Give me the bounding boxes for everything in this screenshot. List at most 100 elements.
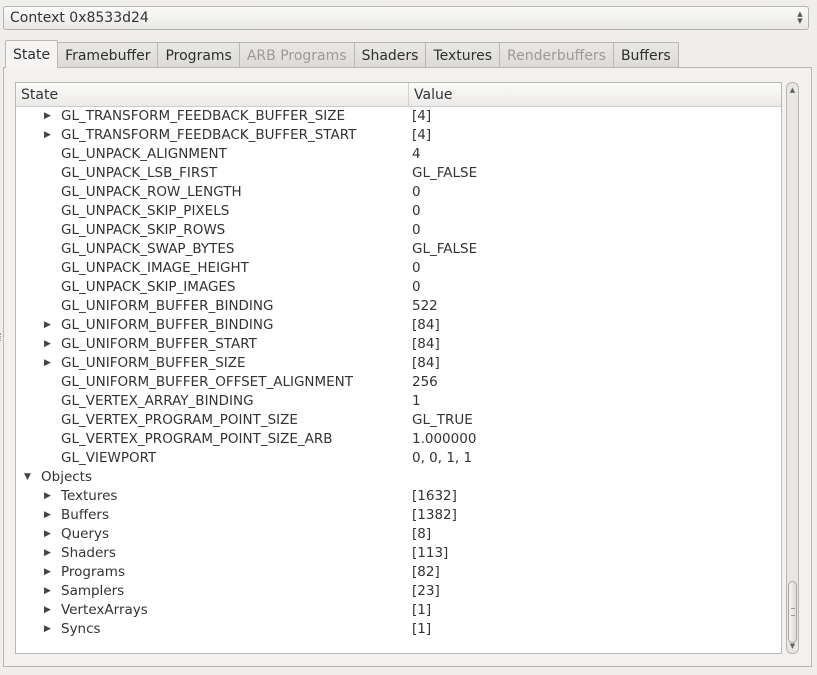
state-name: GL_UNIFORM_BUFFER_START	[61, 336, 257, 352]
state-name: Buffers	[61, 507, 110, 523]
tree-row[interactable]: ▶ Shaders [113]	[16, 544, 781, 563]
tree-row[interactable]: ▶ Programs [82]	[16, 563, 781, 582]
state-name: Programs	[61, 564, 125, 580]
state-value: 0	[412, 279, 421, 295]
collapsed-triangle-icon[interactable]: ▶	[44, 354, 51, 373]
state-name: GL_UNPACK_SWAP_BYTES	[61, 241, 235, 257]
state-name: GL_TRANSFORM_FEEDBACK_BUFFER_SIZE	[61, 108, 346, 124]
state-value: 0	[412, 203, 421, 219]
column-header-state[interactable]: State	[16, 83, 409, 106]
state-value: [1]	[412, 602, 432, 618]
tree-row[interactable]: ▶ Syncs [1]	[16, 620, 781, 639]
state-value: 256	[412, 374, 438, 390]
tree-row[interactable]: ▶ GL_TRANSFORM_FEEDBACK_BUFFER_SIZE [4]	[16, 107, 781, 126]
tree-row[interactable]: GL_UNPACK_ROW_LENGTH 0	[16, 183, 781, 202]
state-name: GL_UNIFORM_BUFFER_BINDING	[61, 298, 274, 314]
splitter-handle[interactable]	[0, 333, 4, 341]
context-selector-label: Context 0x8533d24	[10, 10, 149, 26]
state-name: GL_UNPACK_IMAGE_HEIGHT	[61, 260, 249, 276]
state-name: GL_UNPACK_ALIGNMENT	[61, 146, 227, 162]
collapsed-triangle-icon[interactable]: ▶	[44, 126, 51, 145]
collapsed-triangle-icon[interactable]: ▶	[44, 544, 51, 563]
tree-row[interactable]: ▶ Buffers [1382]	[16, 506, 781, 525]
state-name: Samplers	[61, 583, 125, 599]
tree-rows: ▶ GL_TRANSFORM_FEEDBACK_BUFFER_SIZE [4] ▶ GL…	[16, 107, 781, 639]
collapsed-triangle-icon[interactable]: ▶	[44, 582, 51, 601]
tab-arb-programs: ARB Programs	[239, 42, 355, 68]
state-name: Shaders	[61, 545, 116, 561]
tree-row[interactable]: ▶ GL_TRANSFORM_FEEDBACK_BUFFER_START [4]	[16, 126, 781, 145]
state-value: [1632]	[412, 488, 457, 504]
collapsed-triangle-icon[interactable]: ▶	[44, 107, 51, 126]
state-name: GL_UNPACK_SKIP_ROWS	[61, 222, 226, 238]
tree-row[interactable]: ▶ GL_UNIFORM_BUFFER_START [84]	[16, 335, 781, 354]
state-value: 522	[412, 298, 438, 314]
tree-row[interactable]: ▶ Querys [8]	[16, 525, 781, 544]
tree-row[interactable]: ▶ Textures [1632]	[16, 487, 781, 506]
collapsed-triangle-icon[interactable]: ▶	[44, 525, 51, 544]
tree-row[interactable]: GL_VIEWPORT 0, 0, 1, 1	[16, 449, 781, 468]
tree-row[interactable]: GL_UNPACK_SKIP_ROWS 0	[16, 221, 781, 240]
state-tree[interactable]: State Value ▶ GL_TRANSFORM_FEEDBACK_BUFFE…	[15, 82, 782, 654]
tree-row[interactable]: GL_VERTEX_PROGRAM_POINT_SIZE_ARB 1.000000	[16, 430, 781, 449]
tree-row[interactable]: GL_VERTEX_ARRAY_BINDING 1	[16, 392, 781, 411]
state-value: [84]	[412, 317, 440, 333]
tree-row[interactable]: ▶ Samplers [23]	[16, 582, 781, 601]
scrollbar-thumb[interactable]	[788, 581, 797, 643]
collapsed-triangle-icon[interactable]: ▶	[44, 487, 51, 506]
tab-buffers[interactable]: Buffers	[613, 42, 679, 68]
tab-textures[interactable]: Textures	[426, 42, 501, 68]
tab-state[interactable]: State	[5, 40, 59, 68]
state-name: GL_VERTEX_ARRAY_BINDING	[61, 393, 254, 409]
tree-row[interactable]: GL_UNPACK_ALIGNMENT 4	[16, 145, 781, 164]
expanded-triangle-icon[interactable]: ▼	[24, 468, 31, 487]
state-value: [23]	[412, 583, 440, 599]
state-value: 0	[412, 184, 421, 200]
tree-row[interactable]: GL_UNIFORM_BUFFER_BINDING 522	[16, 297, 781, 316]
tree-row[interactable]: ▶ GL_UNIFORM_BUFFER_BINDING [84]	[16, 316, 781, 335]
state-value: [4]	[412, 127, 432, 143]
state-name: GL_VIEWPORT	[61, 450, 157, 466]
tree-row[interactable]: GL_UNPACK_SWAP_BYTES GL_FALSE	[16, 240, 781, 259]
state-value: GL_TRUE	[412, 412, 473, 428]
vertical-scrollbar[interactable]: ▲ ▼	[786, 82, 799, 654]
state-value: GL_FALSE	[412, 241, 478, 257]
state-value: 1	[412, 393, 421, 409]
tree-row[interactable]: GL_UNPACK_SKIP_IMAGES 0	[16, 278, 781, 297]
tree-row[interactable]: ▶ GL_UNIFORM_BUFFER_SIZE [84]	[16, 354, 781, 373]
state-name: Querys	[61, 526, 110, 542]
state-name: GL_TRANSFORM_FEEDBACK_BUFFER_START	[61, 127, 357, 143]
tab-framebuffer[interactable]: Framebuffer	[58, 42, 159, 68]
tree-row[interactable]: GL_UNIFORM_BUFFER_OFFSET_ALIGNMENT 256	[16, 373, 781, 392]
tree-row[interactable]: GL_UNPACK_LSB_FIRST GL_FALSE	[16, 164, 781, 183]
collapsed-triangle-icon[interactable]: ▶	[44, 601, 51, 620]
scroll-down-icon[interactable]: ▼	[787, 640, 798, 652]
collapsed-triangle-icon[interactable]: ▶	[44, 620, 51, 639]
state-name: GL_VERTEX_PROGRAM_POINT_SIZE_ARB	[61, 431, 333, 447]
state-value: 1.000000	[412, 431, 477, 447]
tab-programs[interactable]: Programs	[158, 42, 240, 68]
collapsed-triangle-icon[interactable]: ▶	[44, 316, 51, 335]
state-name: GL_VERTEX_PROGRAM_POINT_SIZE	[61, 412, 298, 428]
collapsed-triangle-icon[interactable]: ▶	[44, 563, 51, 582]
collapsed-triangle-icon[interactable]: ▶	[44, 335, 51, 354]
context-selector[interactable]: Context 0x8533d24 ▲ ▼	[3, 6, 809, 30]
state-name: GL_UNPACK_SKIP_IMAGES	[61, 279, 236, 295]
state-name: GL_UNIFORM_BUFFER_OFFSET_ALIGNMENT	[61, 374, 354, 390]
collapsed-triangle-icon[interactable]: ▶	[44, 506, 51, 525]
state-value: [84]	[412, 355, 440, 371]
up-down-arrows-icon: ▲ ▼	[797, 10, 803, 25]
tree-group-row[interactable]: ▼ Objects	[16, 468, 781, 487]
tree-row[interactable]: GL_UNPACK_SKIP_PIXELS 0	[16, 202, 781, 221]
state-value: 4	[412, 146, 421, 162]
state-name: Textures	[61, 488, 118, 504]
tab-shaders[interactable]: Shaders	[354, 42, 427, 68]
tree-row[interactable]: ▶ VertexArrays [1]	[16, 601, 781, 620]
tree-header: State Value	[16, 83, 781, 107]
column-header-value[interactable]: Value	[409, 83, 781, 106]
state-name: GL_UNIFORM_BUFFER_BINDING	[61, 317, 274, 333]
scroll-up-icon[interactable]: ▲	[787, 84, 798, 96]
tree-row[interactable]: GL_UNPACK_IMAGE_HEIGHT 0	[16, 259, 781, 278]
state-value: [4]	[412, 108, 432, 124]
tree-row[interactable]: GL_VERTEX_PROGRAM_POINT_SIZE GL_TRUE	[16, 411, 781, 430]
